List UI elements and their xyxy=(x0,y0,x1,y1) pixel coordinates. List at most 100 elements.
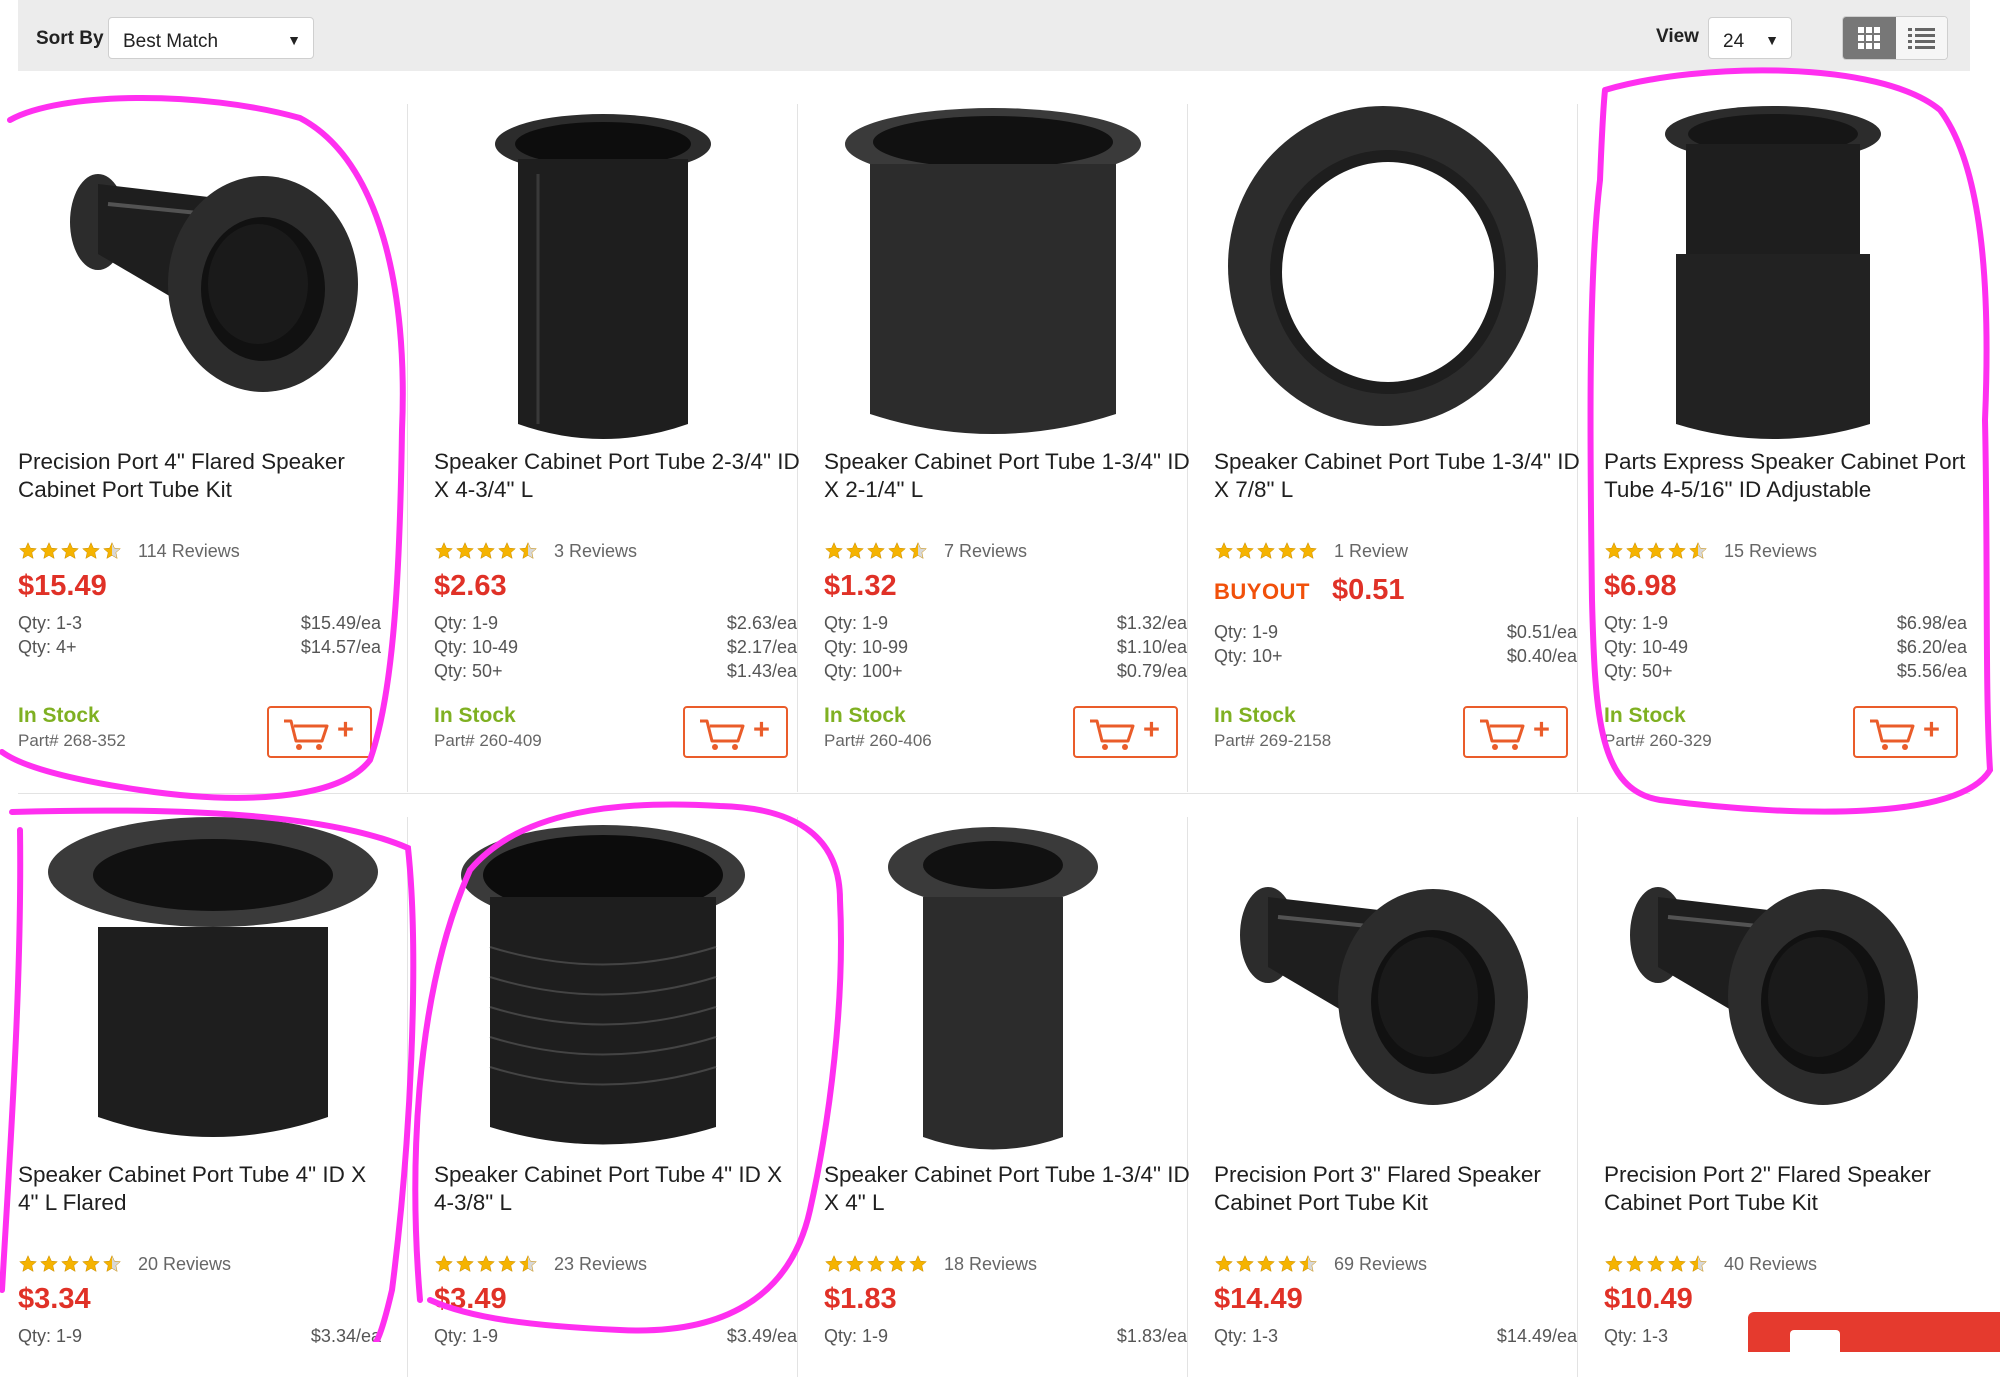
product-rating[interactable]: 1 Review xyxy=(1214,539,1408,563)
product-image[interactable] xyxy=(408,817,798,1157)
stock-status: In Stock xyxy=(18,704,100,727)
product-card[interactable]: Speaker Cabinet Port Tube 2-3/4" ID X 4-… xyxy=(408,104,800,792)
star-icon xyxy=(1647,1255,1665,1272)
product-card[interactable]: Speaker Cabinet Port Tube 1-3/4" ID X 7/… xyxy=(1188,104,1580,792)
per-page-select[interactable]: 24 ▼ xyxy=(1708,17,1792,59)
review-count[interactable]: 3 Reviews xyxy=(554,541,637,562)
star-rating xyxy=(1604,541,1708,561)
product-card[interactable]: Speaker Cabinet Port Tube 1-3/4" ID X 2-… xyxy=(798,104,1190,792)
product-rating[interactable]: 15 Reviews xyxy=(1604,539,1817,563)
stock-status: In Stock xyxy=(1214,704,1296,727)
product-card[interactable]: Precision Port 2" Flared Speaker Cabinet… xyxy=(1578,817,1968,1377)
product-rating[interactable]: 20 Reviews xyxy=(18,1252,231,1276)
product-title[interactable]: Precision Port 4" Flared Speaker Cabinet… xyxy=(18,448,388,504)
plus-icon: + xyxy=(1923,714,1940,746)
review-count[interactable]: 7 Reviews xyxy=(944,541,1027,562)
product-title[interactable]: Parts Express Speaker Cabinet Port Tube … xyxy=(1604,448,1974,504)
product-price: $2.63 xyxy=(434,570,507,603)
product-rating[interactable]: 3 Reviews xyxy=(434,539,637,563)
add-to-cart-button[interactable]: + xyxy=(1853,706,1958,758)
tier-price: $3.34/ea xyxy=(310,1326,381,1346)
star-icon xyxy=(1626,542,1644,559)
price-value: $14.49 xyxy=(1214,1283,1303,1315)
product-price: $6.98 xyxy=(1604,570,1677,603)
product-title[interactable]: Precision Port 2" Flared Speaker Cabinet… xyxy=(1604,1161,1974,1217)
grid-view-button[interactable] xyxy=(1843,17,1896,59)
cart-icon xyxy=(284,719,329,750)
product-rating[interactable]: 18 Reviews xyxy=(824,1252,1037,1276)
review-count[interactable]: 114 Reviews xyxy=(138,541,240,562)
grid-icon xyxy=(1858,27,1880,49)
star-icon xyxy=(1278,542,1296,559)
tier-qty: Qty: 1-9 xyxy=(824,613,889,633)
product-title[interactable]: Speaker Cabinet Port Tube 4" ID X 4" L F… xyxy=(18,1161,388,1217)
product-rating[interactable]: 40 Reviews xyxy=(1604,1252,1817,1276)
review-count[interactable]: 18 Reviews xyxy=(944,1254,1037,1275)
add-to-cart-button[interactable]: + xyxy=(1073,706,1178,758)
star-icon xyxy=(846,1255,864,1272)
product-title[interactable]: Speaker Cabinet Port Tube 1-3/4" ID X 4"… xyxy=(824,1161,1194,1217)
add-to-cart-button[interactable]: + xyxy=(1463,706,1568,758)
product-image[interactable] xyxy=(798,104,1188,444)
tier-price: $15.49/ea xyxy=(300,613,381,633)
star-icon xyxy=(40,542,58,559)
price-tier-row: Qty: 50+ $5.56/ea xyxy=(1604,659,1967,683)
product-card[interactable]: Parts Express Speaker Cabinet Port Tube … xyxy=(1578,104,1968,792)
tier-qty: Qty: 1-3 xyxy=(1214,1326,1279,1346)
product-title[interactable]: Speaker Cabinet Port Tube 1-3/4" ID X 7/… xyxy=(1214,448,1584,504)
review-count[interactable]: 23 Reviews xyxy=(554,1254,647,1275)
product-title[interactable]: Speaker Cabinet Port Tube 4" ID X 4-3/8"… xyxy=(434,1161,804,1217)
tier-price: $2.63/ea xyxy=(726,613,797,633)
star-icon xyxy=(82,1255,100,1272)
star-icon xyxy=(498,542,516,559)
product-price: BUYOUT $0.51 xyxy=(1214,574,1405,607)
product-rating[interactable]: 23 Reviews xyxy=(434,1252,647,1276)
star-icon xyxy=(477,1255,495,1272)
part-number: Part# 268-352 xyxy=(18,731,126,750)
price-tier-row: Qty: 1-9 $6.98/ea xyxy=(1604,611,1967,635)
product-rating[interactable]: 69 Reviews xyxy=(1214,1252,1427,1276)
review-count[interactable]: 15 Reviews xyxy=(1724,541,1817,562)
price-value: $10.49 xyxy=(1604,1283,1693,1315)
cart-icon xyxy=(1090,719,1135,750)
add-to-cart-button[interactable]: + xyxy=(683,706,788,758)
product-card[interactable]: Speaker Cabinet Port Tube 4" ID X 4" L F… xyxy=(18,817,408,1377)
product-card[interactable]: Precision Port 3" Flared Speaker Cabinet… xyxy=(1188,817,1578,1377)
product-card[interactable]: Speaker Cabinet Port Tube 1-3/4" ID X 4"… xyxy=(798,817,1190,1377)
add-to-cart-button[interactable]: + xyxy=(267,706,372,758)
star-icon xyxy=(19,1255,37,1272)
star-icon xyxy=(103,542,121,559)
product-image[interactable] xyxy=(18,817,408,1157)
star-rating xyxy=(1604,1254,1708,1274)
product-image[interactable] xyxy=(1188,817,1578,1157)
star-icon xyxy=(456,1255,474,1272)
product-title[interactable]: Precision Port 3" Flared Speaker Cabinet… xyxy=(1214,1161,1584,1217)
tier-price: $3.49/ea xyxy=(726,1326,797,1346)
sort-select[interactable]: Best Match ▼ xyxy=(108,17,314,59)
star-rating xyxy=(434,541,538,561)
view-mode-toggle xyxy=(1842,16,1948,60)
review-count[interactable]: 40 Reviews xyxy=(1724,1254,1817,1275)
star-icon xyxy=(1257,1255,1275,1272)
product-title[interactable]: Speaker Cabinet Port Tube 1-3/4" ID X 2-… xyxy=(824,448,1194,504)
review-count[interactable]: 20 Reviews xyxy=(138,1254,231,1275)
product-image[interactable] xyxy=(18,104,408,444)
product-card[interactable]: Speaker Cabinet Port Tube 4" ID X 4-3/8"… xyxy=(408,817,798,1377)
product-rating[interactable]: 114 Reviews xyxy=(18,539,240,563)
product-title[interactable]: Speaker Cabinet Port Tube 2-3/4" ID X 4-… xyxy=(434,448,804,504)
plus-icon: + xyxy=(1143,714,1160,746)
review-count[interactable]: 1 Review xyxy=(1334,541,1408,562)
product-image[interactable] xyxy=(1578,104,1968,444)
product-card[interactable]: Precision Port 4" Flared Speaker Cabinet… xyxy=(18,104,408,792)
product-image[interactable] xyxy=(1188,104,1578,444)
product-image[interactable] xyxy=(1578,817,1968,1157)
product-price: $10.49 xyxy=(1604,1283,1693,1316)
product-image[interactable] xyxy=(798,817,1188,1157)
review-count[interactable]: 69 Reviews xyxy=(1334,1254,1427,1275)
list-view-button[interactable] xyxy=(1896,17,1947,59)
product-image[interactable] xyxy=(408,104,798,444)
product-rating[interactable]: 7 Reviews xyxy=(824,539,1027,563)
price-tier-row: Qty: 1-9 $1.32/ea xyxy=(824,611,1187,635)
chat-widget-tab[interactable] xyxy=(1748,1312,2000,1360)
price-value: $6.98 xyxy=(1604,570,1677,602)
